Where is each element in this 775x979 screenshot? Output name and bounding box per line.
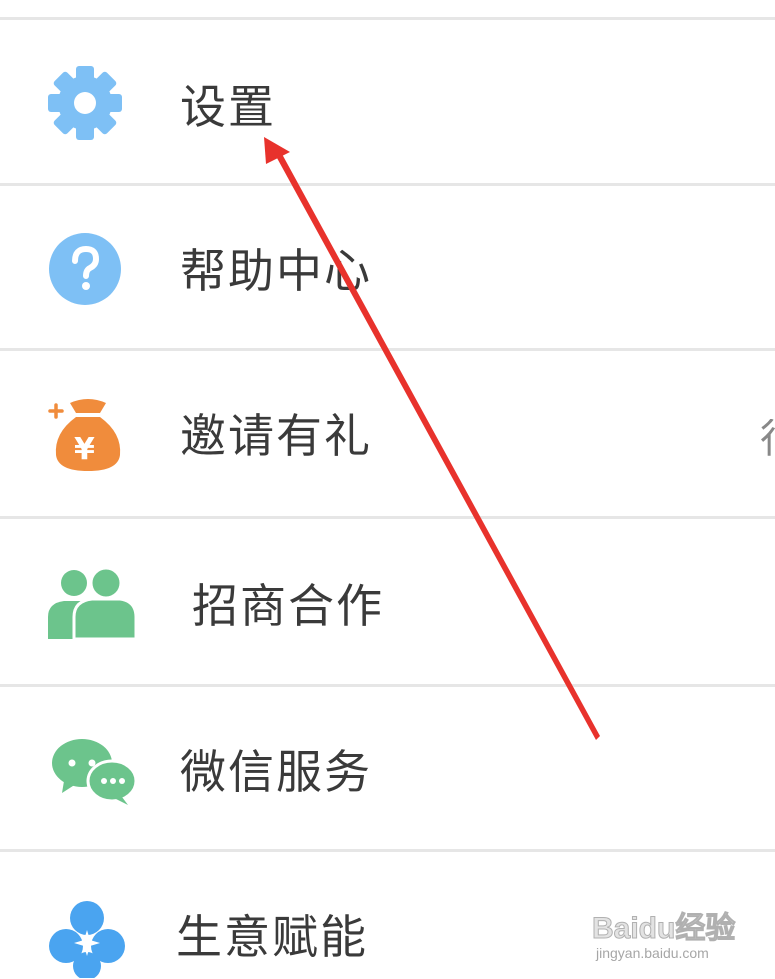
- menu-item-wechat-service[interactable]: 微信服务: [0, 687, 775, 850]
- menu-list: 设置 帮助中心 ¥ 邀请有礼 行 招商合作: [0, 0, 775, 979]
- watermark-brand: Baidu经验: [591, 912, 736, 946]
- help-icon: [49, 233, 121, 305]
- baidu-watermark: Baidu经验 jingyan.baidu.com: [591, 895, 742, 965]
- menu-item-label: 生意赋能: [176, 910, 368, 964]
- currency-symbol: ¥: [74, 432, 95, 467]
- menu-item-label: 招商合作: [192, 579, 384, 633]
- menu-item-invite-reward[interactable]: ¥ 邀请有礼 行: [0, 351, 775, 517]
- menu-item-settings[interactable]: 设置: [0, 20, 775, 184]
- menu-item-label: 帮助中心: [180, 244, 372, 298]
- partial-top-icon: [218, 0, 282, 4]
- menu-item-label: 设置: [180, 80, 276, 134]
- watermark-url: jingyan.baidu.com: [596, 945, 709, 961]
- wechat-icon: [52, 739, 138, 805]
- menu-item-business-cooperation[interactable]: 招商合作: [0, 519, 775, 685]
- flower-icon: [49, 901, 125, 978]
- trailing-text: 行: [760, 419, 775, 459]
- menu-item-label: 邀请有礼: [180, 409, 372, 463]
- people-icon: [48, 567, 136, 639]
- menu-item-help-center[interactable]: 帮助中心: [0, 186, 775, 349]
- gear-icon: [48, 66, 122, 140]
- menu-item-label: 微信服务: [180, 745, 372, 799]
